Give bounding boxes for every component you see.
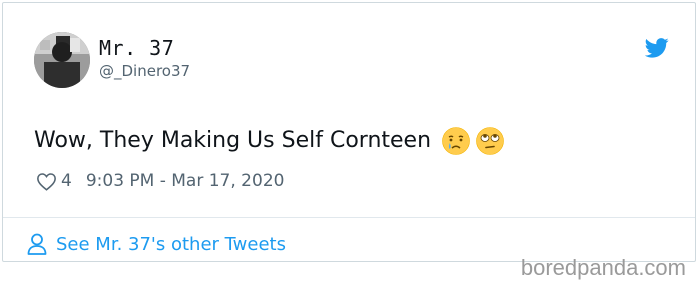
tweet-timestamp[interactable]: 9:03 PM - Mar 17, 2020 <box>86 171 285 191</box>
eye-roll-emoji <box>476 127 504 155</box>
heart-icon[interactable] <box>36 172 57 191</box>
user-handle[interactable]: @_Dinero37 <box>99 62 190 80</box>
like-count: 4 <box>61 171 72 191</box>
display-name[interactable]: Mr. 37 <box>99 36 174 60</box>
tweet-text-content: Wow, They Making Us Self Cornteen <box>34 127 432 153</box>
footer-divider <box>3 217 695 218</box>
tweet-card: Mr. 37 @_Dinero37 Wow, They Making Us Se… <box>2 2 696 262</box>
person-icon <box>27 233 47 255</box>
see-other-tweets-link[interactable]: See Mr. 37's other Tweets <box>27 233 286 255</box>
tweet-meta: 4 9:03 PM - Mar 17, 2020 <box>36 171 284 191</box>
watermark: boredpanda.com <box>520 255 686 280</box>
tweet-text: Wow, They Making Us Self Cornteen <box>34 125 505 155</box>
see-other-tweets-label[interactable]: See Mr. 37's other Tweets <box>56 234 286 255</box>
avatar[interactable] <box>34 32 90 88</box>
twitter-bird-icon[interactable] <box>645 38 669 58</box>
crying-face-emoji <box>442 127 470 155</box>
